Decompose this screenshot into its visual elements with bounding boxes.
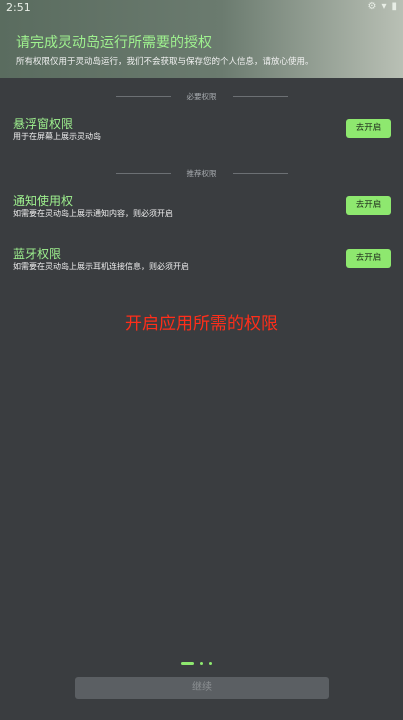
battery-icon: ▮: [391, 1, 397, 12]
page-subtitle: 所有权限仅用于灵动岛运行，我们不会获取与保存您的个人信息，请放心使用。: [16, 57, 314, 67]
gear-icon: ⚙: [367, 1, 377, 12]
enable-overlay-button[interactable]: 去开启: [346, 119, 391, 138]
enable-notification-button[interactable]: 去开启: [346, 196, 391, 215]
continue-button[interactable]: 继续: [75, 677, 329, 699]
page-title: 请完成灵动岛运行所需要的授权: [16, 35, 212, 51]
status-icons: ⚙ ▾ ▮: [367, 1, 397, 13]
header-banner: 2:51 ⚙ ▾ ▮ 请完成灵动岛运行所需要的授权 所有权限仅用于灵动岛运行，我…: [0, 0, 403, 78]
permission-desc-bluetooth: 如需要在灵动岛上展示耳机连接信息，则必须开启: [13, 262, 189, 271]
page-dot-active: [181, 661, 194, 665]
section-divider-required: 必要权限: [0, 89, 403, 103]
permission-title-bluetooth: 蓝牙权限: [13, 247, 62, 261]
status-time: 2:51: [6, 1, 31, 14]
section-label-required: 必要权限: [186, 91, 217, 101]
section-divider-recommended: 推荐权限: [0, 166, 403, 180]
permission-title-overlay: 悬浮窗权限: [13, 117, 74, 131]
page-dot: [200, 661, 203, 665]
enable-bluetooth-button[interactable]: 去开启: [346, 249, 391, 268]
section-label-recommended: 推荐权限: [186, 168, 217, 178]
status-bar: 2:51 ⚙ ▾ ▮: [0, 0, 403, 16]
page-dot: [209, 661, 212, 665]
page-indicator: [181, 661, 212, 665]
permission-title-notification: 通知使用权: [13, 194, 74, 208]
permission-desc-overlay: 用于在屏幕上展示灵动岛: [13, 132, 101, 141]
hint-text: 开启应用所需的权限: [125, 314, 278, 334]
permission-desc-notification: 如需要在灵动岛上展示通知内容，则必须开启: [13, 209, 173, 218]
wifi-icon: ▾: [381, 1, 387, 12]
